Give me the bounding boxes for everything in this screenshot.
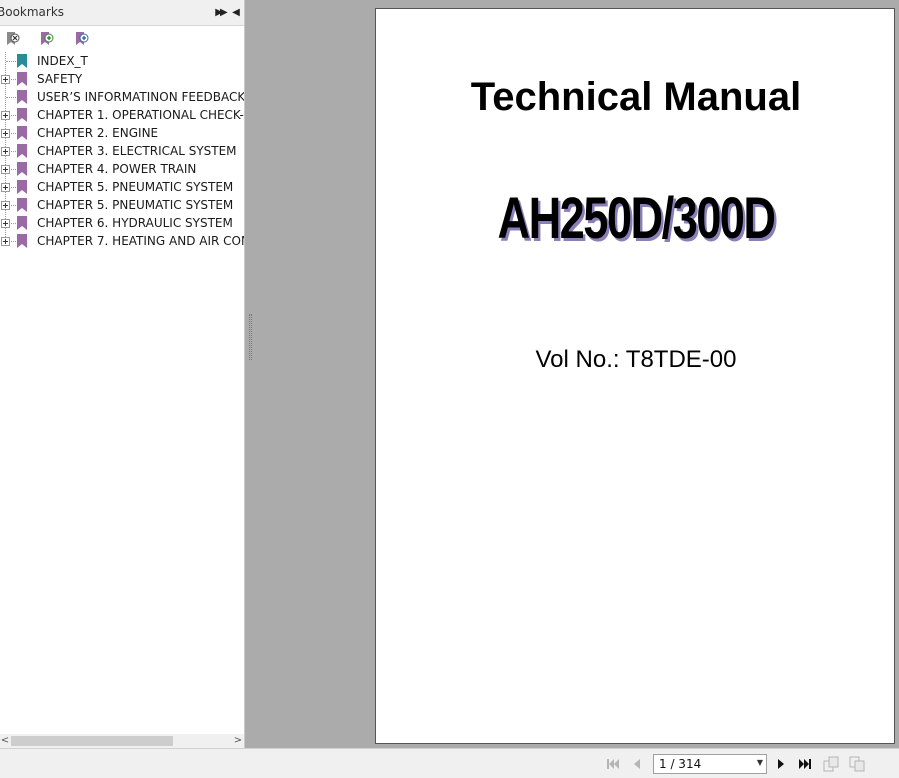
chevron-down-icon: ▼ [756,758,763,767]
bookmark-label: USER’S INFORMATINON FEEDBACK FORM [37,90,245,104]
bookmarks-toolbar [0,28,244,52]
bookmark-label: INDEX_T [37,54,88,68]
first-page-icon [607,759,619,769]
bookmarks-panel: Bookmarks ▶▶ ◀ INDEX_T SAFETY USER’S INF… [0,0,245,748]
bookmark-item[interactable]: CHAPTER 5. PNEUMATIC SYSTEM [0,196,244,214]
bookmark-item[interactable]: USER’S INFORMATINON FEEDBACK FORM [0,88,245,106]
document-volume: Vol No.: T8TDE-00 [535,346,737,373]
bookmark-icon [17,162,27,176]
last-page-button[interactable] [797,756,813,772]
previous-page-icon [634,759,640,769]
bookmark-icon [17,216,27,230]
expand-toggle-icon[interactable] [1,129,10,138]
expand-toggle-icon[interactable] [1,147,10,156]
bookmark-item[interactable]: CHAPTER 7. HEATING AND AIR CONDITIONING [0,232,244,250]
expand-toggle-icon[interactable] [1,237,10,246]
bookmark-icon [17,54,27,68]
expand-toggle-icon[interactable] [1,183,10,192]
bookmark-icon [17,234,27,248]
document-model: AH250D/300D [497,186,776,251]
bookmark-label: CHAPTER 6. HYDRAULIC SYSTEM [37,216,233,230]
expand-panel-icon[interactable]: ▶▶ [214,6,227,20]
expand-toggle-icon[interactable] [1,165,10,174]
expand-toggle-icon[interactable] [1,75,10,84]
bookmark-icon [17,126,27,140]
last-page-icon [799,759,811,769]
tree-branch-line [6,61,16,62]
horizontal-scrollbar[interactable]: < > [0,734,244,748]
bookmark-label: CHAPTER 3. ELECTRICAL SYSTEM [37,144,237,158]
expand-toggle-icon[interactable] [1,201,10,210]
bookmarks-title: Bookmarks [0,5,65,19]
bookmark-icon [17,198,27,212]
single-page-view-icon [823,756,839,772]
first-page-button[interactable] [605,756,621,772]
panel-splitter[interactable] [249,314,252,360]
delete-bookmark-icon [7,32,20,45]
add-bookmark-button[interactable] [38,30,56,48]
bookmark-item[interactable]: CHAPTER 1. OPERATIONAL CHECK-OUT [0,106,245,124]
bookmark-item[interactable]: SAFETY [0,70,244,88]
next-page-icon [778,759,784,769]
bookmark-item[interactable]: CHAPTER 5. PNEUMATIC SYSTEM [0,178,244,196]
bookmarks-header: Bookmarks ▶▶ ◀ [0,0,244,26]
bookmark-icon [17,108,27,122]
next-page-button[interactable] [773,756,789,772]
bookmark-icon [17,144,27,158]
add-child-bookmark-icon [76,32,89,45]
bookmark-icon [17,180,27,194]
bookmark-label: CHAPTER 1. OPERATIONAL CHECK-OUT [37,108,245,122]
page-number-select[interactable]: 1 / 314 ▼ [653,754,767,774]
two-page-view-button[interactable] [849,756,865,772]
bookmark-label: CHAPTER 7. HEATING AND AIR CONDITIONING [37,234,244,248]
document-page: Technical Manual AH250D/300D Vol No.: T8… [375,8,895,744]
collapse-panel-icon[interactable]: ◀ [230,6,242,20]
single-page-view-button[interactable] [823,756,839,772]
bookmark-item[interactable]: CHAPTER 4. POWER TRAIN [0,160,244,178]
bookmark-item[interactable]: CHAPTER 6. HYDRAULIC SYSTEM [0,214,244,232]
add-child-bookmark-button[interactable] [73,30,91,48]
bookmark-label: SAFETY [37,72,83,86]
previous-page-button[interactable] [629,756,645,772]
delete-bookmark-button[interactable] [4,30,22,48]
add-bookmark-icon [41,32,54,45]
bookmark-label: CHAPTER 5. PNEUMATIC SYSTEM [37,198,234,212]
bookmark-icon [17,90,27,104]
bookmark-label: CHAPTER 5. PNEUMATIC SYSTEM [37,180,234,194]
tree-branch-line [6,97,16,98]
navigation-bar: 1 / 314 ▼ [0,748,899,778]
bookmark-label: CHAPTER 2. ENGINE [37,126,159,140]
expand-toggle-icon[interactable] [1,219,10,228]
scroll-right-icon[interactable]: > [233,734,243,748]
two-page-view-icon [849,756,865,772]
scroll-left-icon[interactable]: < [0,734,10,748]
bookmark-item[interactable]: CHAPTER 2. ENGINE [0,124,244,142]
bookmark-item[interactable]: CHAPTER 3. ELECTRICAL SYSTEM [0,142,244,160]
bookmark-icon [17,72,27,86]
document-title: Technical Manual [470,75,802,119]
scrollbar-thumb[interactable] [11,736,173,746]
expand-toggle-icon[interactable] [1,111,10,120]
page-indicator: 1 / 314 [659,757,702,771]
bookmark-item[interactable]: INDEX_T [0,52,244,70]
bookmark-label: CHAPTER 4. POWER TRAIN [37,162,197,176]
